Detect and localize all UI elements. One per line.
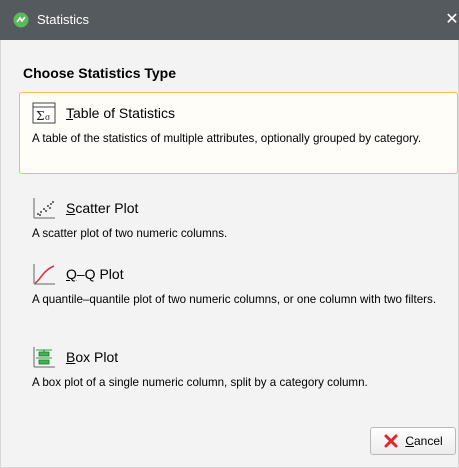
- scatter-plot-icon: [33, 198, 55, 219]
- option-scatter-plot[interactable]: Scatter Plot A scatter plot of two numer…: [19, 187, 458, 247]
- cancel-x-icon: [384, 434, 398, 448]
- close-button[interactable]: ✕: [445, 12, 459, 28]
- option-description: A scatter plot of two numeric columns.: [32, 227, 228, 240]
- cancel-button-label: Cancel: [405, 434, 443, 448]
- option-box-plot[interactable]: Box Plot A box plot of a single numeric …: [19, 336, 458, 398]
- option-table-of-statistics[interactable]: Σ σ Table of Statistics A table of the s…: [19, 92, 458, 174]
- dialog-body: Choose Statistics Type Σ σ Table of Stat…: [0, 40, 459, 468]
- svg-text:Σ: Σ: [36, 109, 44, 123]
- cancel-button[interactable]: Cancel: [370, 427, 456, 455]
- option-description: A box plot of a single numeric column, s…: [32, 376, 368, 389]
- app-logo-icon: [13, 12, 29, 28]
- option-title: Scatter Plot: [66, 200, 139, 216]
- option-description: A quantile–quantile plot of two numeric …: [32, 293, 437, 306]
- option-qq-plot[interactable]: Q–Q Plot A quantile–quantile plot of two…: [19, 253, 458, 333]
- svg-text:σ: σ: [45, 113, 51, 122]
- table-of-statistics-icon: Σ σ: [32, 102, 56, 124]
- dialog-titlebar: Statistics ✕: [0, 0, 459, 40]
- dialog-title: Statistics: [37, 12, 90, 27]
- option-title: Table of Statistics: [66, 105, 175, 121]
- section-heading: Choose Statistics Type: [23, 65, 177, 81]
- box-plot-icon: [33, 347, 55, 368]
- option-title: Box Plot: [66, 349, 119, 365]
- qq-plot-icon: [33, 264, 55, 285]
- option-description: A table of the statistics of multiple at…: [32, 132, 422, 145]
- option-title: Q–Q Plot: [66, 266, 124, 282]
